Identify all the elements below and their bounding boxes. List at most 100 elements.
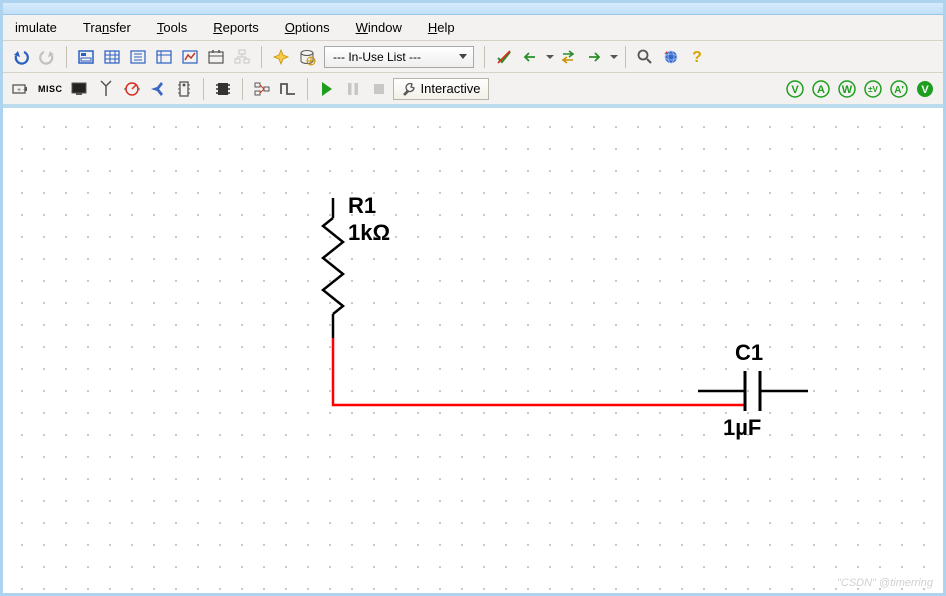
c1-name-label[interactable]: C1 xyxy=(735,340,763,366)
probe-v-button[interactable]: V xyxy=(783,77,807,101)
design-toolbox-button[interactable] xyxy=(74,45,98,69)
wrench-icon xyxy=(402,82,416,96)
place-junction-button[interactable] xyxy=(276,77,300,101)
magnifier-icon xyxy=(636,48,654,66)
probe-d-icon: V xyxy=(915,79,935,99)
nets-button[interactable] xyxy=(126,45,150,69)
probe-diff-button[interactable]: ±V xyxy=(861,77,885,101)
probe-a-button[interactable]: A xyxy=(809,77,833,101)
place-misc-button[interactable]: MISC xyxy=(35,77,66,101)
monitor-icon xyxy=(71,82,89,96)
toolbar-row-1: --- In-Use List --- ? xyxy=(3,40,943,72)
hierarchy-icon xyxy=(233,48,251,66)
svg-text:V: V xyxy=(791,84,799,96)
menu-reports[interactable]: Reports xyxy=(209,19,263,36)
table-icon xyxy=(155,48,173,66)
dropdown-arrow-icon[interactable] xyxy=(546,55,554,59)
stop-icon xyxy=(372,81,386,97)
find-button[interactable] xyxy=(633,45,657,69)
probe-ref-button[interactable]: A' xyxy=(887,77,911,101)
arrow-left-icon xyxy=(521,48,539,66)
misc-label: MISC xyxy=(38,84,63,94)
grapher-button[interactable] xyxy=(178,45,202,69)
menu-window[interactable]: Window xyxy=(352,19,406,36)
forward-annotate-button[interactable] xyxy=(556,45,580,69)
in-use-list-label: --- In-Use List --- xyxy=(333,50,421,64)
form-icon xyxy=(129,48,147,66)
check-slash-icon xyxy=(495,48,513,66)
menu-help[interactable]: Help xyxy=(424,19,459,36)
svg-text:W: W xyxy=(842,84,853,96)
postprocessor-button[interactable] xyxy=(204,45,228,69)
database-button[interactable] xyxy=(295,45,319,69)
menu-bar: imulate Transfer Tools Reports Options W… xyxy=(3,15,943,40)
probe-ref-icon: A' xyxy=(889,79,909,99)
battery-icon: + - xyxy=(11,81,31,97)
place-antenna-button[interactable] xyxy=(94,77,118,101)
menu-transfer[interactable]: Transfer xyxy=(79,19,135,36)
dropdown-arrow-icon[interactable] xyxy=(610,55,618,59)
panel-icon xyxy=(77,48,95,66)
internet-button[interactable] xyxy=(659,45,683,69)
svg-text:?: ? xyxy=(692,49,702,66)
probe-d-button[interactable]: V xyxy=(913,77,937,101)
run-button[interactable] xyxy=(315,77,339,101)
sparkle-icon xyxy=(272,48,290,66)
parent-sheet-button[interactable] xyxy=(230,45,254,69)
pause-button[interactable] xyxy=(341,77,365,101)
menu-simulate[interactable]: imulate xyxy=(11,19,61,36)
arrow-right-icon xyxy=(585,48,603,66)
probe-w-button[interactable]: W xyxy=(835,77,859,101)
probe-a-icon: A xyxy=(811,79,831,99)
place-hierarchical-button[interactable] xyxy=(211,77,235,101)
step-icon xyxy=(279,80,297,98)
place-indicator-button[interactable] xyxy=(120,77,144,101)
menu-tools[interactable]: Tools xyxy=(153,19,191,36)
toolbar-row-2: + - MISC xyxy=(3,72,943,104)
redo-button[interactable] xyxy=(35,45,59,69)
place-bus-button[interactable] xyxy=(250,77,274,101)
chip-dip-icon xyxy=(214,80,232,98)
question-icon: ? xyxy=(688,48,706,66)
place-mcu-button[interactable] xyxy=(172,77,196,101)
undo-button[interactable] xyxy=(9,45,33,69)
menu-options[interactable]: Options xyxy=(281,19,334,36)
c1-value-label[interactable]: 1µF xyxy=(723,415,761,441)
chart-icon xyxy=(181,48,199,66)
svg-text:±V: ±V xyxy=(868,85,878,94)
component-wizard-button[interactable] xyxy=(269,45,293,69)
simulate-button[interactable] xyxy=(152,45,176,69)
circuit-drawing xyxy=(3,108,943,593)
r1-value-label[interactable]: 1kΩ xyxy=(348,220,390,246)
antenna-icon xyxy=(98,80,114,98)
help-button[interactable]: ? xyxy=(685,45,709,69)
place-source-button[interactable]: + - xyxy=(9,77,33,101)
stop-button[interactable] xyxy=(367,77,391,101)
watermark: "CSDN" @timerring xyxy=(837,577,933,589)
erc-button[interactable] xyxy=(492,45,516,69)
schematic-canvas[interactable]: R1 1kΩ C1 1µF "CSDN" @timerring xyxy=(3,104,943,593)
spreadsheet-view-button[interactable] xyxy=(100,45,124,69)
component-r1[interactable] xyxy=(323,198,343,338)
r1-name-label[interactable]: R1 xyxy=(348,193,376,219)
probe-diff-icon: ±V xyxy=(862,79,884,99)
back-annotate-button[interactable] xyxy=(518,45,542,69)
redo-icon xyxy=(38,48,56,66)
grid-icon xyxy=(103,48,121,66)
wire-r1-c1[interactable] xyxy=(333,338,745,405)
in-use-list-dropdown[interactable]: --- In-Use List --- xyxy=(324,46,474,68)
meter-icon xyxy=(123,80,141,98)
chip-vertical-icon xyxy=(177,80,191,98)
probe-v-icon: V xyxy=(785,79,805,99)
arrow-swap-icon xyxy=(559,48,577,66)
svg-text:V: V xyxy=(921,84,929,96)
place-analog-button[interactable] xyxy=(68,77,92,101)
database-icon xyxy=(298,48,316,66)
simulation-mode-dropdown[interactable]: Interactive xyxy=(393,78,490,100)
title-bar xyxy=(3,3,943,15)
globe-icon xyxy=(662,48,680,66)
svg-text:A: A xyxy=(817,84,825,96)
place-power-button[interactable] xyxy=(146,77,170,101)
go-button[interactable] xyxy=(582,45,606,69)
bus-icon xyxy=(253,80,271,98)
